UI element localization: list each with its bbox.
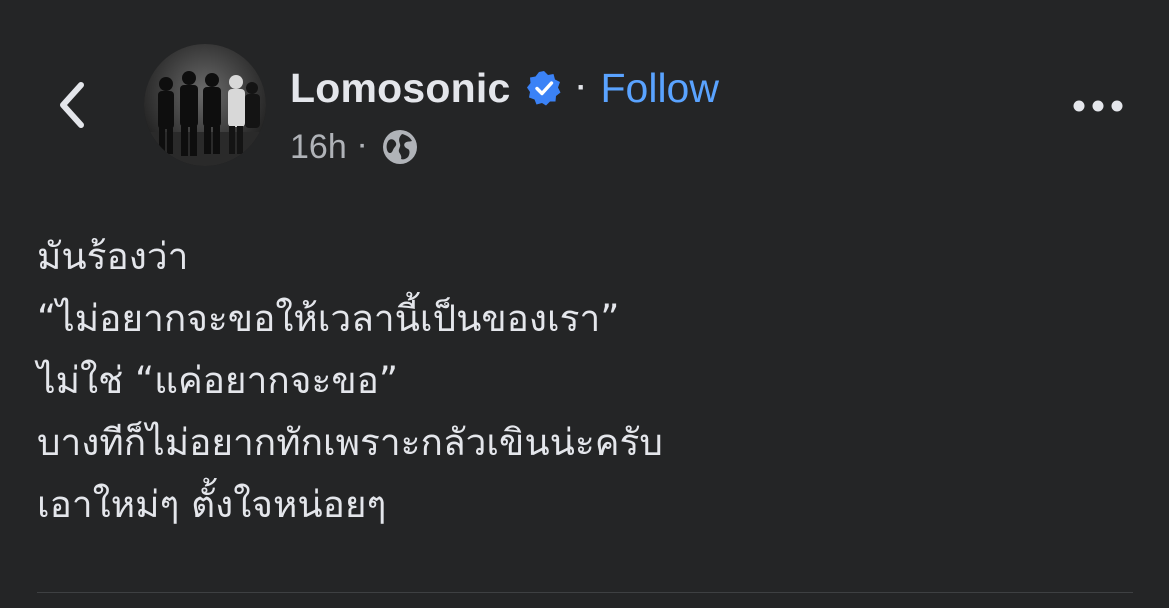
back-button[interactable]	[44, 70, 100, 140]
follow-button[interactable]: Follow	[600, 65, 718, 112]
verified-badge-icon	[526, 70, 562, 106]
author-name[interactable]: Lomosonic	[290, 65, 510, 112]
more-horizontal-icon	[1073, 100, 1123, 112]
post-screen: Lomosonic · Follow 16h · มันร้องว่า “ไม่…	[0, 0, 1169, 608]
globe-icon	[381, 128, 419, 166]
meta-separator-dot: ·	[358, 133, 367, 160]
post-body: มันร้องว่า “ไม่อยากจะขอให้เวลานี้เป็นของ…	[37, 226, 1137, 536]
post-line: “ไม่อยากจะขอให้เวลานี้เป็นของเรา”	[37, 297, 620, 340]
post-line: ไม่ใช่ “แค่อยากจะขอ”	[37, 359, 399, 402]
post-line: มันร้องว่า	[37, 235, 189, 278]
author-row: Lomosonic · Follow	[290, 60, 719, 116]
post-meta: 16h ·	[290, 126, 419, 168]
post-line: บางทีก็ไม่อยากทักเพราะกลัวเขินน่ะครับ	[37, 421, 663, 464]
divider	[37, 592, 1133, 593]
separator-dot: ·	[576, 71, 587, 104]
band-photo	[144, 44, 266, 166]
avatar[interactable]	[144, 44, 266, 166]
post-timestamp[interactable]: 16h	[290, 128, 347, 167]
more-options-button[interactable]	[1066, 86, 1130, 126]
post-line: เอาใหม่ๆ ตั้งใจหน่อยๆ	[37, 483, 387, 526]
chevron-left-icon	[60, 82, 84, 128]
